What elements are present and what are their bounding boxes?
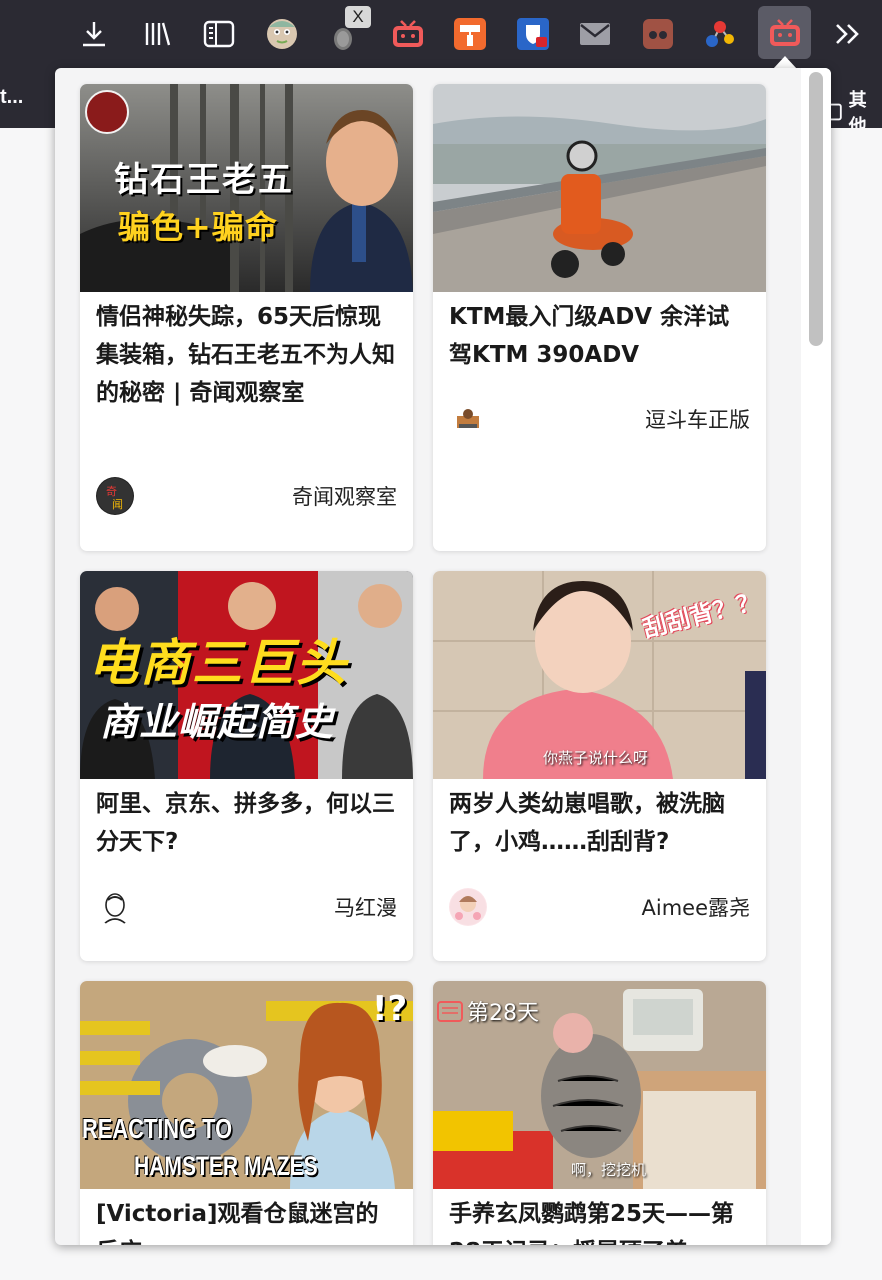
- video-thumbnail[interactable]: 钻石王老五 骗色+骗命: [80, 84, 413, 292]
- svg-text:闻: 闻: [112, 497, 123, 511]
- extension-popup: 钻石王老五 骗色+骗命 情侣神秘失踪，65天后惊现集装箱，钻石王老五不为人知的秘…: [55, 68, 831, 1245]
- bilibili-tv-icon[interactable]: [386, 12, 430, 56]
- dots-icon[interactable]: [636, 12, 680, 56]
- video-thumbnail[interactable]: REACTING TO HAMSTER MAZES !?: [80, 981, 413, 1189]
- video-card[interactable]: 钻石王老五 骗色+骗命 情侣神秘失踪，65天后惊现集装箱，钻石王老五不为人知的秘…: [80, 84, 413, 551]
- video-card[interactable]: 刮刮背？？ 你燕子说什么呀 两岁人类幼崽唱歌，被洗脑了，小鸡……刮刮背? Aim…: [433, 571, 766, 961]
- bilibili-tv-active-icon[interactable]: [758, 6, 811, 59]
- thumb-text-line2: 商业崛起简史: [100, 700, 335, 744]
- video-thumbnail[interactable]: 第28天 啊，挖挖机: [433, 981, 766, 1189]
- author-name[interactable]: 逗斗车正版: [645, 404, 750, 434]
- video-meta: 奇闻 奇闻观察室: [96, 477, 397, 515]
- video-title[interactable]: [Victoria]观看仓鼠迷宫的反应: [80, 1189, 413, 1245]
- video-title[interactable]: 两岁人类幼崽唱歌，被洗脑了，小鸡……刮刮背?: [433, 779, 766, 861]
- calendar-icon: [437, 1001, 463, 1022]
- author-avatar[interactable]: [449, 888, 487, 926]
- author-name[interactable]: 奇闻观察室: [292, 481, 397, 511]
- thumb-text-line1: REACTING TO: [82, 1113, 233, 1144]
- scrollbar-thumb[interactable]: [809, 72, 823, 346]
- thumb-day-label: 第28天: [437, 995, 539, 1027]
- video-meta: 马红漫: [96, 888, 397, 926]
- thumb-text-line1: 电商三巨头: [88, 634, 348, 692]
- video-title[interactable]: KTM最入门级ADV 余洋试驾KTM 390ADV: [433, 292, 766, 374]
- author-avatar[interactable]: 奇闻: [96, 477, 134, 515]
- video-thumbnail[interactable]: 刮刮背？？ 你燕子说什么呀: [433, 571, 766, 779]
- paint-roller-icon[interactable]: [448, 12, 492, 56]
- thumb-mark: !?: [372, 989, 408, 1029]
- video-card[interactable]: 第28天 啊，挖挖机 手养玄凤鹦鹉第25天——第28天记录：摇晃硬了差: [433, 981, 766, 1245]
- thumb-subtitle: 你燕子说什么呀: [543, 749, 649, 767]
- svg-text:奇: 奇: [106, 485, 117, 498]
- thumb-subtitle: 啊，挖挖机: [571, 1161, 647, 1179]
- bookmark-truncated[interactable]: t...: [0, 86, 23, 109]
- molecule-icon[interactable]: [698, 12, 742, 56]
- video-card[interactable]: 电商三巨头 商业崛起简史 阿里、京东、拼多多，何以三分天下? 马红漫: [80, 571, 413, 961]
- library-icon[interactable]: [135, 12, 179, 56]
- thumb-text-line2: HAMSTER MAZES: [134, 1151, 318, 1181]
- video-title[interactable]: 阿里、京东、拼多多，何以三分天下?: [80, 779, 413, 861]
- shield-lock-icon[interactable]: [511, 12, 555, 56]
- thumb-text-line2: 骗色+骗命: [118, 208, 278, 246]
- extension-close-badge[interactable]: X: [345, 6, 371, 28]
- video-thumbnail[interactable]: [433, 84, 766, 292]
- author-name[interactable]: Aimee露尧: [642, 892, 751, 922]
- thumb-text-line1: 钻石王老五: [114, 160, 294, 200]
- sidebar-icon[interactable]: [197, 12, 241, 56]
- author-name[interactable]: 马红漫: [334, 892, 397, 922]
- video-thumbnail[interactable]: 电商三巨头 商业崛起简史: [80, 571, 413, 779]
- mail-icon[interactable]: [573, 12, 617, 56]
- overflow-chevron-icon[interactable]: [826, 12, 870, 56]
- video-card[interactable]: REACTING TO HAMSTER MAZES !? [Victoria]观…: [80, 981, 413, 1245]
- author-avatar[interactable]: [96, 888, 134, 926]
- video-title[interactable]: 情侣神秘失踪，65天后惊现集装箱，钻石王老五不为人知的秘密 | 奇闻观察室: [80, 292, 413, 412]
- video-title[interactable]: 手养玄凤鹦鹉第25天——第28天记录：摇晃硬了差: [433, 1189, 766, 1245]
- video-meta: Aimee露尧: [449, 888, 750, 926]
- face-avatar-icon[interactable]: [260, 12, 304, 56]
- author-avatar[interactable]: [449, 400, 487, 438]
- video-card[interactable]: KTM最入门级ADV 余洋试驾KTM 390ADV 逗斗车正版: [433, 84, 766, 551]
- video-meta: 逗斗车正版: [449, 400, 750, 438]
- download-icon[interactable]: [72, 12, 116, 56]
- thumb-day-text: 第28天: [467, 1001, 539, 1026]
